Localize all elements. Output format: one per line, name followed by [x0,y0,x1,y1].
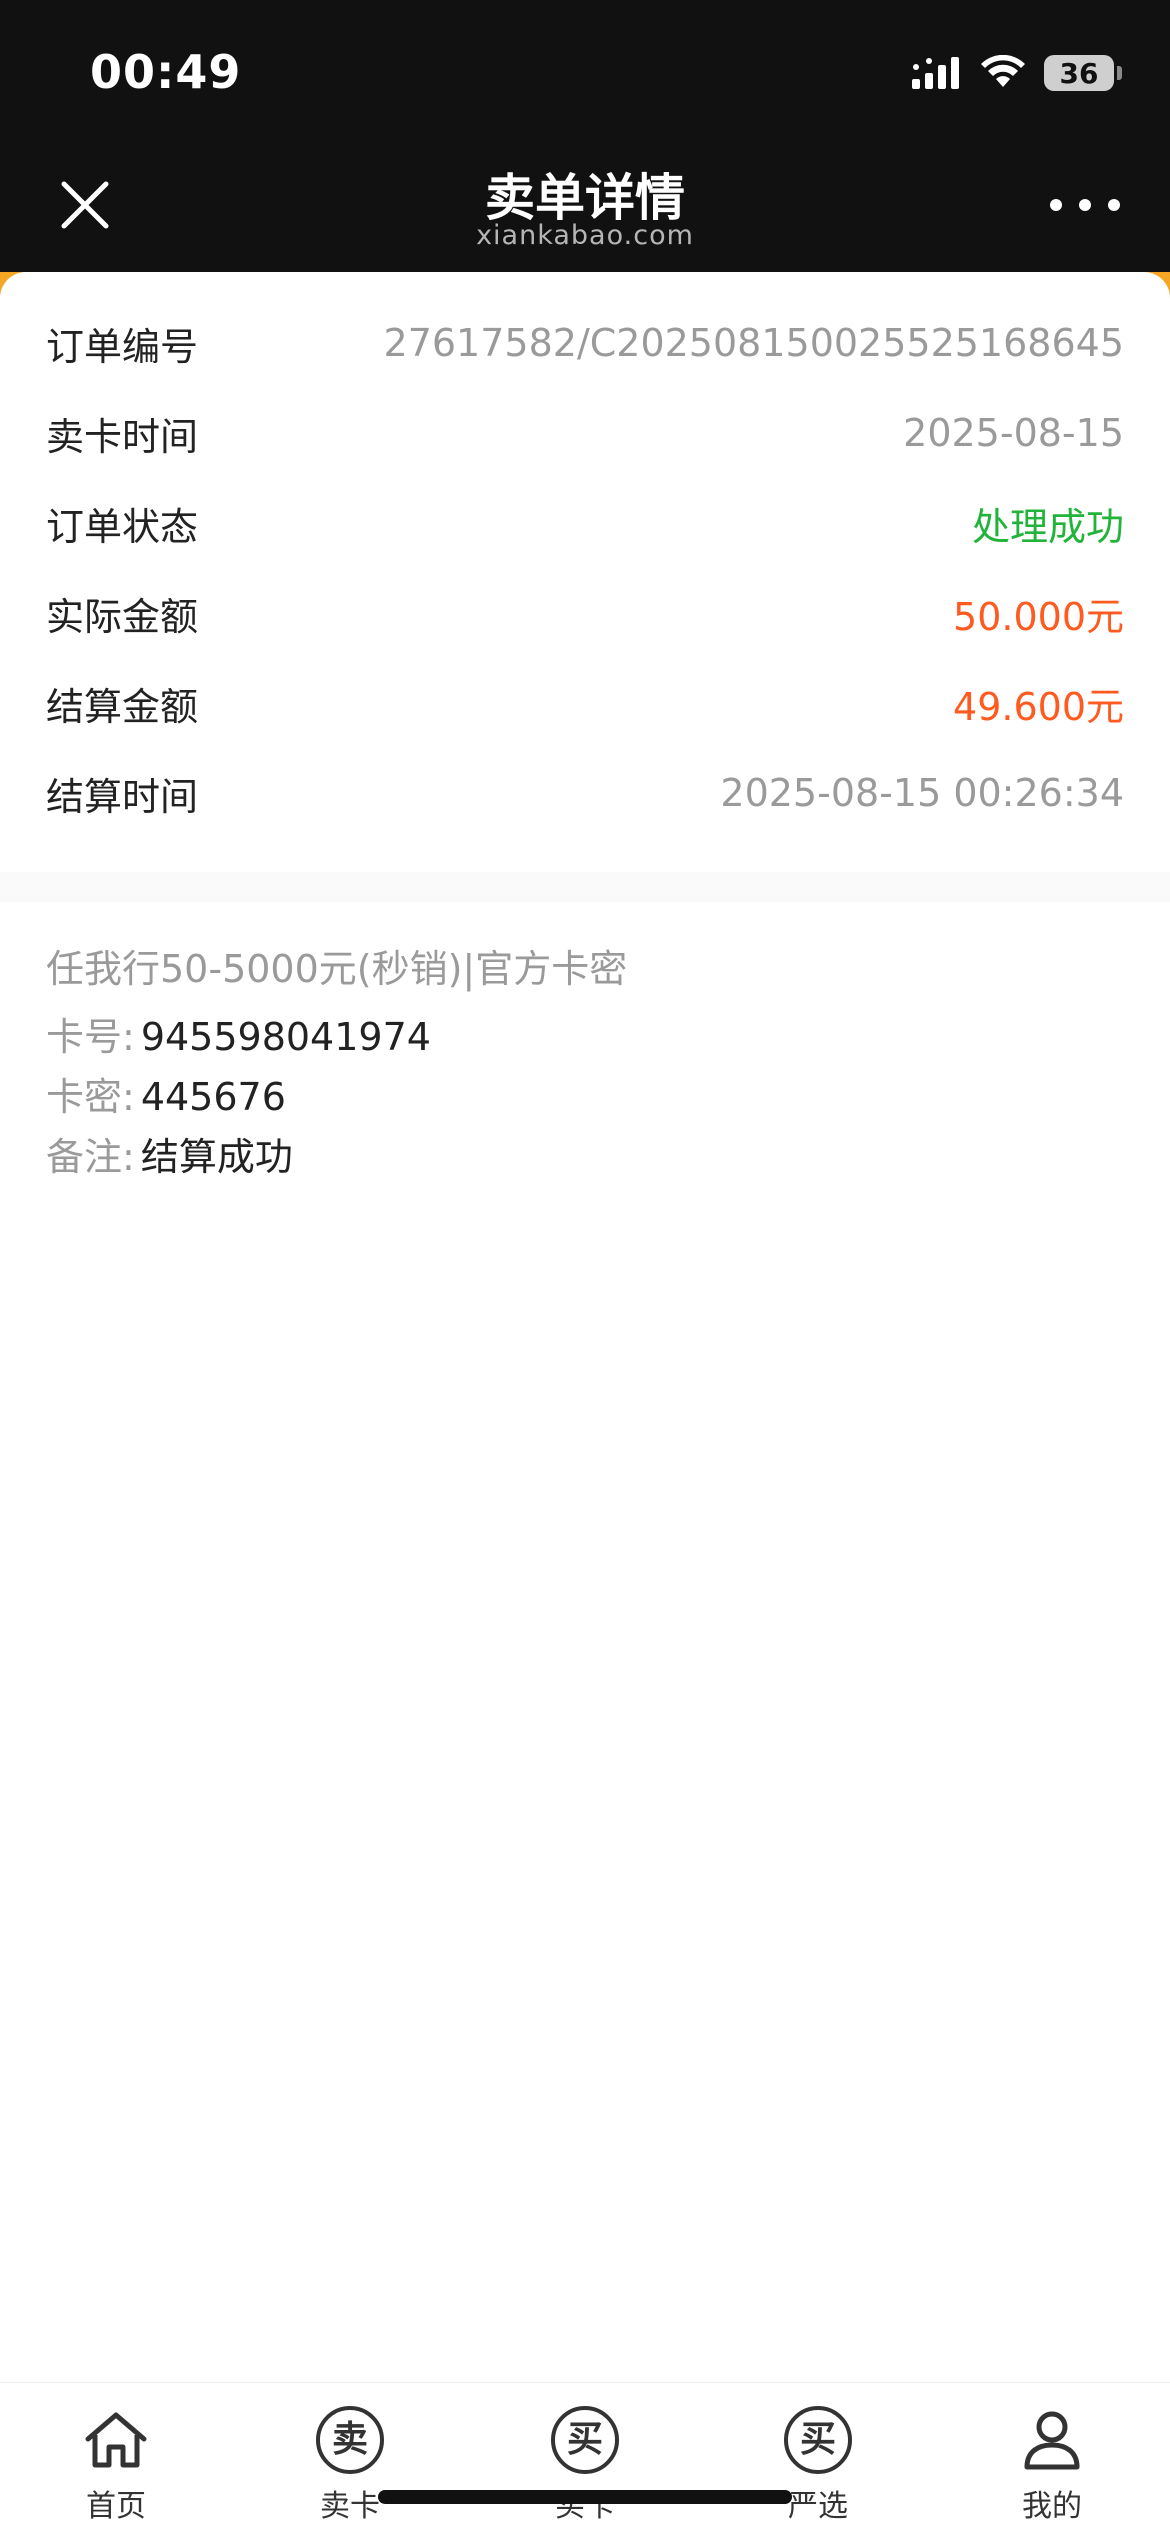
more-dot [1108,199,1120,211]
sell-card-icon: 卖 [315,2405,385,2475]
settle-amount-value: 49.600元 [953,684,1124,729]
more-dot [1050,199,1062,211]
card-number-row: 卡号: 945598041974 [46,1006,431,1061]
card-secret-label: 卡密: [46,1075,135,1119]
tab-label: 严选 [788,2489,848,2524]
card-number-label: 卡号: [46,1015,135,1059]
card-product-title: 任我行50-5000元(秒销)|官方卡密 [46,947,628,991]
section-divider [0,872,1170,902]
buy-glyph: 买 [551,2406,619,2474]
tab-label: 卖卡 [320,2489,380,2524]
row-sell-time: 卖卡时间 2025-08-15 [0,388,1170,478]
order-status-value: 处理成功 [971,504,1124,549]
card-note-value: 结算成功 [140,1135,293,1179]
settle-time-value: 2025-08-15 00:26:34 [720,771,1124,815]
card-secret-value[interactable]: 445676 [141,1075,286,1119]
selected-glyph: 买 [784,2406,852,2474]
wifi-icon [981,55,1025,87]
row-settle-amount: 结算金额 49.600元 [0,658,1170,748]
row-label: 卖卡时间 [46,414,199,459]
tab-selected[interactable]: 买 严选 [728,2405,908,2525]
buy-card-icon: 买 [550,2405,620,2475]
card-note-row: 备注: 结算成功 [46,1126,293,1181]
row-label: 订单状态 [46,504,199,549]
status-icons: 36 [910,50,1122,96]
tab-buy-card[interactable]: 买 买卡 [495,2405,675,2525]
row-actual-amount: 实际金额 50.000元 [0,568,1170,658]
row-label: 实际金额 [46,594,199,639]
row-label: 结算金额 [46,684,199,729]
status-time: 00:49 [90,45,242,99]
home-icon [81,2405,151,2475]
home-indicator[interactable] [378,2490,792,2504]
card-secret-row: 卡密: 445676 [46,1066,286,1121]
battery-icon: 36 [1044,55,1122,91]
row-label: 结算时间 [46,774,199,819]
card-number-value[interactable]: 945598041974 [141,1015,431,1059]
sell-time-value: 2025-08-15 [903,411,1124,455]
row-settle-time: 结算时间 2025-08-15 00:26:34 [0,748,1170,838]
more-icon[interactable] [1050,190,1120,220]
page: 00:49 36 卖单详情 xiankabao.com 订单编号 2761758… [0,0,1170,2532]
user-icon [1017,2405,1087,2475]
signal-icon [912,57,959,89]
page-domain: xiankabao.com [476,220,694,251]
tab-label: 我的 [1022,2489,1082,2524]
order-detail-card: 订单编号 27617582/C20250815002552516​8645 卖卡… [0,298,1170,878]
card-info-section: 任我行50-5000元(秒销)|官方卡密 卡号: 945598041974 卡密:… [0,912,1170,1212]
top-bar: 00:49 36 卖单详情 xiankabao.com [0,0,1170,280]
tab-mine[interactable]: 我的 [962,2405,1142,2525]
row-order-status: 订单状态 处理成功 [0,478,1170,568]
tab-sell-card[interactable]: 卖 卖卡 [260,2405,440,2525]
battery-level: 36 [1059,56,1099,90]
row-order-number: 订单编号 27617582/C20250815002552516​8645 [0,298,1170,388]
bottom-tab-bar: 首页 卖 卖卡 买 买卡 买 严选 我的 [0,2382,1170,2532]
more-dot [1079,199,1091,211]
actual-amount-value: 50.000元 [953,594,1124,639]
selected-icon: 买 [783,2405,853,2475]
sell-glyph: 卖 [316,2406,384,2474]
order-number-value: 27617582/C20250815002552516​8645 [383,321,1124,365]
tab-home[interactable]: 首页 [26,2405,206,2525]
row-label: 订单编号 [46,324,199,369]
tab-label: 首页 [86,2489,146,2524]
card-note-label: 备注: [46,1135,135,1179]
